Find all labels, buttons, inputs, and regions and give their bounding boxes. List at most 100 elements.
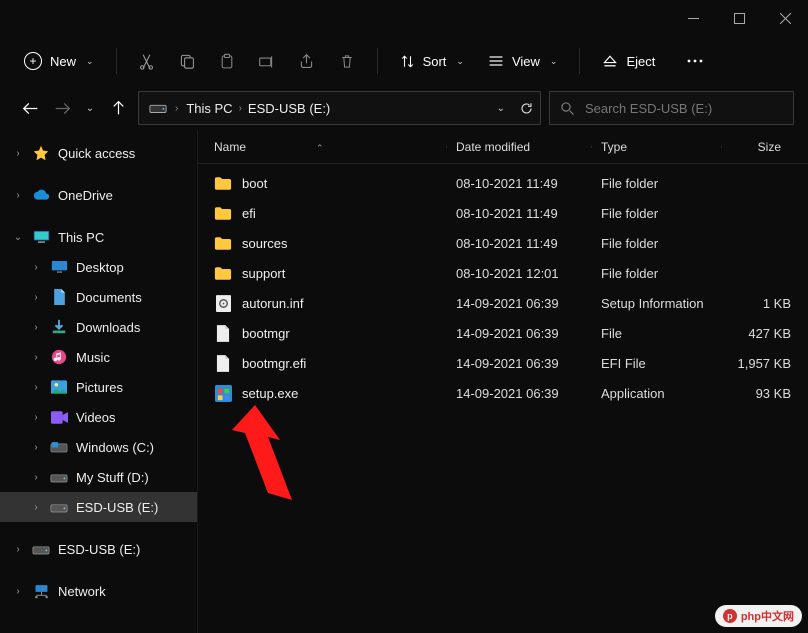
sidebar-label: Desktop: [76, 260, 124, 275]
column-type[interactable]: Type: [591, 140, 721, 154]
file-row[interactable]: bootmgr14-09-2021 06:39File427 KB: [198, 318, 808, 348]
network-icon: [32, 582, 50, 600]
sidebar-item-quick-access[interactable]: ›Quick access: [0, 138, 197, 168]
file-row[interactable]: autorun.inf14-09-2021 06:39Setup Informa…: [198, 288, 808, 318]
view-button[interactable]: View ⌄: [478, 48, 568, 75]
sidebar-label: Pictures: [76, 380, 123, 395]
file-date: 14-09-2021 06:39: [446, 296, 591, 311]
breadcrumb-dropdown[interactable]: ⌄: [497, 103, 505, 114]
file-size: 1 KB: [721, 296, 791, 311]
forward-button[interactable]: [50, 92, 74, 124]
sidebar-item-music[interactable]: ›Music: [0, 342, 197, 372]
refresh-button[interactable]: [519, 101, 534, 116]
recent-dropdown[interactable]: ⌄: [82, 92, 98, 124]
drive-icon: [32, 540, 50, 558]
sidebar-item-pictures[interactable]: › Pictures: [0, 372, 197, 402]
sidebar-label: Documents: [76, 290, 142, 305]
file-list: Name⌃ Date modified Type Size boot08-10-…: [198, 130, 808, 633]
file-date: 14-09-2021 06:39: [446, 326, 591, 341]
file-type: File folder: [591, 236, 721, 251]
view-icon: [488, 54, 504, 68]
search-icon: [560, 101, 575, 116]
file-type: File folder: [591, 266, 721, 281]
file-row[interactable]: support08-10-2021 12:01File folder: [198, 258, 808, 288]
file-row[interactable]: sources08-10-2021 11:49File folder: [198, 228, 808, 258]
breadcrumb-segment[interactable]: This PC: [186, 101, 232, 116]
drive-icon: [50, 468, 68, 486]
sidebar-item-downloads[interactable]: ›Downloads: [0, 312, 197, 342]
sort-button[interactable]: Sort ⌄: [390, 48, 474, 75]
close-button[interactable]: [762, 0, 808, 36]
paste-button[interactable]: [209, 43, 245, 79]
expander-icon: ›: [12, 544, 24, 555]
file-size: 427 KB: [721, 326, 791, 341]
search-input[interactable]: [585, 101, 783, 116]
sidebar-item-network[interactable]: › Network: [0, 576, 197, 606]
sidebar-item-esd-usb-e-[interactable]: › ESD-USB (E:): [0, 492, 197, 522]
expander-icon: ›: [30, 322, 42, 333]
expander-icon: ›: [12, 586, 24, 597]
copy-button[interactable]: [169, 43, 205, 79]
folder-icon: [214, 264, 232, 282]
file-date: 08-10-2021 11:49: [446, 206, 591, 221]
breadcrumb-segment[interactable]: ESD-USB (E:): [248, 101, 330, 116]
file-name: sources: [242, 236, 288, 251]
sidebar: ›Quick access›OneDrive⌄This PC›Desktop›D…: [0, 130, 198, 633]
breadcrumb-chevron-icon: ›: [175, 103, 178, 114]
documents-icon: [50, 288, 68, 306]
more-button[interactable]: [677, 43, 713, 79]
sidebar-item-videos[interactable]: ›Videos: [0, 402, 197, 432]
sidebar-item-documents[interactable]: ›Documents: [0, 282, 197, 312]
file-name: setup.exe: [242, 386, 298, 401]
eject-icon: [602, 54, 618, 68]
sidebar-label: Quick access: [58, 146, 135, 161]
column-size[interactable]: Size: [721, 140, 791, 154]
sidebar-item-desktop[interactable]: › Desktop: [0, 252, 197, 282]
sidebar-item-my-stuff-d-[interactable]: ›My Stuff (D:): [0, 462, 197, 492]
search-box[interactable]: [549, 91, 794, 125]
column-date[interactable]: Date modified: [446, 140, 591, 154]
desktop-icon: [50, 258, 68, 276]
file-date: 14-09-2021 06:39: [446, 386, 591, 401]
file-row[interactable]: setup.exe14-09-2021 06:39Application93 K…: [198, 378, 808, 408]
back-button[interactable]: [18, 92, 42, 124]
sidebar-label: Windows (C:): [76, 440, 154, 455]
up-button[interactable]: [106, 92, 130, 124]
cloud-icon: [32, 186, 50, 204]
sidebar-label: ESD-USB (E:): [76, 500, 158, 515]
share-button[interactable]: [289, 43, 325, 79]
minimize-button[interactable]: [670, 0, 716, 36]
column-name[interactable]: Name⌃: [198, 140, 446, 154]
file-type: EFI File: [591, 356, 721, 371]
expander-icon: ›: [30, 502, 42, 513]
eject-label: Eject: [626, 54, 655, 69]
file-row[interactable]: efi08-10-2021 11:49File folder: [198, 198, 808, 228]
new-button[interactable]: + New ⌄: [14, 46, 104, 76]
drive-icon: [50, 498, 68, 516]
sidebar-item-windows-c-[interactable]: ›Windows (C:): [0, 432, 197, 462]
sort-icon: [400, 54, 415, 69]
breadcrumb[interactable]: › This PC › ESD-USB (E:) ⌄: [138, 91, 541, 125]
sidebar-item-esd-usb-e-[interactable]: › ESD-USB (E:): [0, 534, 197, 564]
sidebar-item-onedrive[interactable]: ›OneDrive: [0, 180, 197, 210]
delete-button[interactable]: [329, 43, 365, 79]
sidebar-label: Network: [58, 584, 106, 599]
column-headers: Name⌃ Date modified Type Size: [198, 130, 808, 164]
sidebar-item-this-pc[interactable]: ⌄This PC: [0, 222, 197, 252]
expander-icon: ›: [30, 412, 42, 423]
exe-icon: [214, 384, 232, 402]
eject-button[interactable]: Eject: [592, 48, 665, 75]
maximize-button[interactable]: [716, 0, 762, 36]
expander-icon: ›: [30, 262, 42, 273]
expander-icon: ›: [30, 382, 42, 393]
cut-button[interactable]: [129, 43, 165, 79]
watermark: pphp中文网: [715, 605, 802, 627]
file-row[interactable]: boot08-10-2021 11:49File folder: [198, 168, 808, 198]
file-row[interactable]: bootmgr.efi14-09-2021 06:39EFI File1,957…: [198, 348, 808, 378]
rename-button[interactable]: [249, 43, 285, 79]
view-label: View: [512, 54, 540, 69]
chevron-down-icon: ⌄: [86, 56, 94, 67]
sidebar-label: ESD-USB (E:): [58, 542, 140, 557]
file-date: 08-10-2021 11:49: [446, 176, 591, 191]
chevron-down-icon: ⌄: [456, 56, 464, 67]
